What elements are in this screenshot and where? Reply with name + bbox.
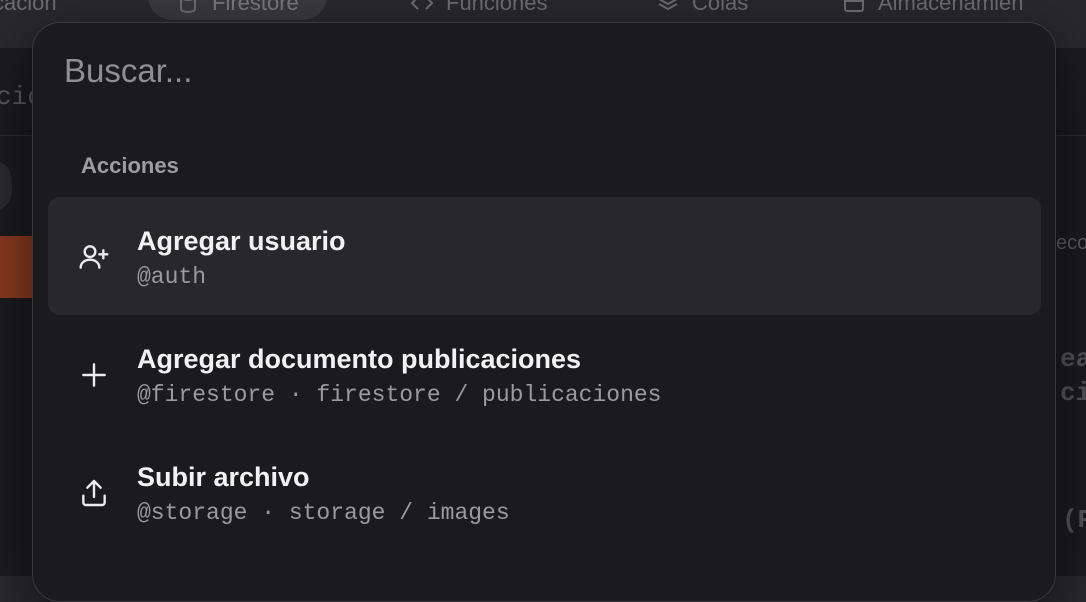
action-item-upload-file[interactable]: Subir archivo @storage · storage / image… [48, 433, 1041, 551]
background-text: eco [1056, 232, 1086, 254]
code-icon [410, 0, 434, 10]
background-text: ear [1060, 344, 1086, 374]
plus-icon [78, 359, 110, 391]
nav-tab-label: Colas [692, 0, 749, 15]
command-palette: Acciones Agregar usuario @auth Agregar d… [32, 22, 1056, 602]
nav-tab-authentication[interactable]: ticación [0, 0, 57, 20]
background-text-block: ear cia [1060, 342, 1086, 410]
action-item-add-document[interactable]: Agregar documento publicaciones @firesto… [48, 315, 1041, 433]
nav-tab-label: ticación [0, 0, 57, 15]
nav-tab-functions[interactable]: Funciones [410, 0, 548, 20]
background-text: (P [1062, 505, 1086, 535]
search-input[interactable] [64, 47, 1004, 95]
action-item-meta: @firestore · firestore / publicaciones [137, 382, 662, 408]
action-item-meta: @auth [137, 264, 207, 290]
nav-tab-queues[interactable]: Colas [656, 0, 748, 20]
action-item-meta: @storage · storage / images [137, 500, 510, 526]
nav-tab-firestore[interactable]: Firestore [148, 0, 327, 20]
background-accent-bar [0, 236, 34, 298]
background-text: cia [1060, 378, 1086, 408]
nav-tab-storage[interactable]: Almacenamien [842, 0, 1024, 20]
background-pill [0, 160, 12, 212]
nav-tab-label: Firestore [212, 0, 299, 15]
action-item-title: Agregar usuario [137, 226, 346, 256]
archive-icon [844, 0, 864, 12]
upload-icon [78, 477, 110, 509]
database-icon [180, 0, 196, 14]
action-item-title: Agregar documento publicaciones [137, 344, 582, 374]
layers-icon [658, 0, 678, 11]
action-item-title: Subir archivo [137, 462, 310, 492]
nav-tab-label: Almacenamien [878, 0, 1024, 15]
action-item-add-user[interactable]: Agregar usuario @auth [48, 197, 1041, 315]
user-plus-icon [78, 241, 110, 273]
nav-tab-label: Funciones [446, 0, 548, 15]
group-label-actions: Acciones [81, 153, 179, 178]
